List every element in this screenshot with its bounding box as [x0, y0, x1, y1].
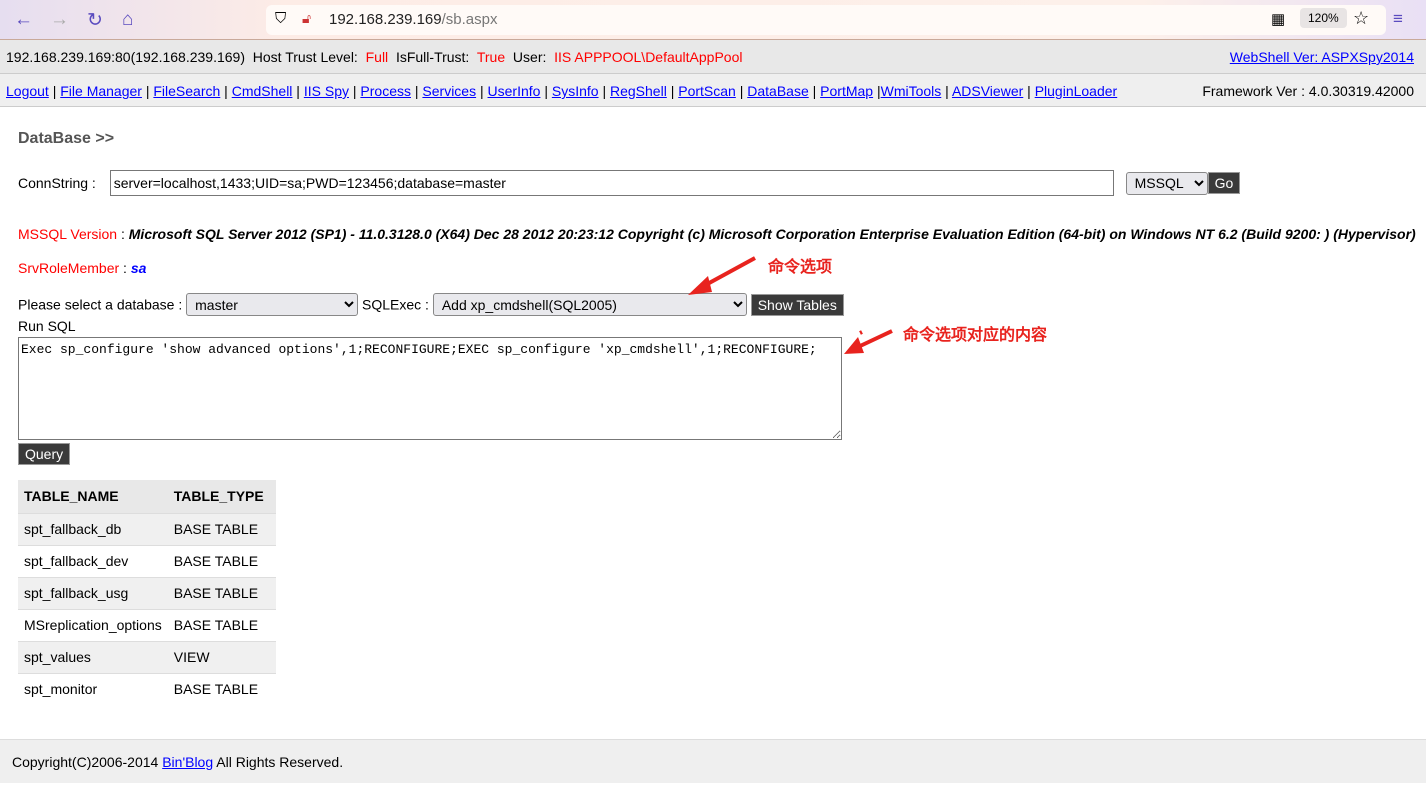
trust-label: Host Trust Level:	[252, 49, 358, 65]
header-table-name: TABLE_NAME	[18, 480, 168, 513]
table-type-cell: BASE TABLE	[167, 672, 276, 705]
menu-link-database[interactable]: DataBase	[747, 83, 808, 99]
fulltrust-label: IsFull-Trust:	[395, 49, 470, 65]
database-select[interactable]: master	[186, 293, 359, 316]
table-name-cell: spt_fallback_dev	[18, 544, 168, 577]
separator: |	[735, 83, 748, 99]
footer: Copyright(C)2006-2014 Bin'Blog All Right…	[0, 739, 1426, 783]
version-label: MSSQL Version	[18, 226, 118, 242]
table-row: spt_values VIEW	[18, 640, 276, 673]
user-label: User:	[512, 49, 547, 65]
back-icon[interactable]: ←	[14, 9, 33, 31]
copyright-text: Copyright(C)2006-2014	[12, 754, 163, 770]
bookmark-star-icon[interactable]: ☆	[1353, 8, 1369, 29]
menu-link-wmitools[interactable]: WmiTools	[881, 83, 942, 99]
address-bar[interactable]: ⛉ 🔓︎ 192.168.239.169/sb.aspx ▦ 120% ☆	[266, 5, 1386, 35]
annotation-arrow-2	[844, 329, 893, 354]
tables-result: TABLE_NAME TABLE_TYPE spt_fallback_db BASE…	[18, 480, 276, 705]
menu-link-process[interactable]: Process	[360, 83, 411, 99]
trust-value: Full	[365, 49, 389, 65]
separator: |	[598, 83, 610, 99]
zoom-level[interactable]: 120%	[1300, 8, 1347, 28]
separator: |	[873, 83, 881, 99]
table-row: spt_fallback_dev BASE TABLE	[18, 544, 276, 577]
header-table-type: TABLE_TYPE	[167, 480, 276, 513]
separator: |	[1023, 83, 1035, 99]
home-icon[interactable]: ⌂	[122, 9, 133, 31]
menu-link-regshell[interactable]: RegShell	[610, 83, 667, 99]
table-row: spt_fallback_usg BASE TABLE	[18, 576, 276, 609]
separator: :	[119, 260, 131, 276]
browser-toolbar: ← → ↻ ⌂ ⛉ 🔓︎ 192.168.239.169/sb.aspx ▦ 1…	[0, 0, 1426, 40]
separator: :	[117, 226, 129, 242]
fulltrust-value: True	[476, 49, 506, 65]
menu-link-sysinfo[interactable]: SysInfo	[552, 83, 599, 99]
role-value: sa	[130, 260, 147, 276]
connstring-label: ConnString :	[18, 175, 96, 191]
table-name-cell: spt_fallback_usg	[18, 576, 168, 609]
page-title: DataBase >>	[18, 130, 115, 147]
url-text: 192.168.239.169/sb.aspx	[329, 11, 498, 28]
menu-link-filesearch[interactable]: FileSearch	[153, 83, 220, 99]
user-value: IIS APPPOOL\DefaultAppPool	[554, 49, 743, 65]
go-button[interactable]: Go	[1207, 172, 1241, 194]
menu-icon[interactable]: ≡	[1393, 9, 1403, 29]
menu-link-pluginloader[interactable]: PluginLoader	[1035, 83, 1118, 99]
connstring-input[interactable]	[109, 170, 1114, 196]
menu-link-adsviewer[interactable]: ADSViewer	[952, 83, 1023, 99]
forward-icon[interactable]: →	[50, 9, 69, 31]
db-type-select[interactable]: MSSQL	[1125, 171, 1208, 195]
table-row: spt_monitor BASE TABLE	[18, 672, 276, 705]
menu-link-userinfo[interactable]: UserInfo	[488, 83, 541, 99]
table-type-cell: BASE TABLE	[167, 512, 276, 545]
table-type-cell: BASE TABLE	[167, 544, 276, 577]
role-label: SrvRoleMember	[18, 260, 120, 276]
run-sql-label: Run SQL	[18, 318, 76, 334]
rights-text: All Rights Reserved.	[213, 754, 344, 770]
table-row: MSreplication_options BASE TABLE	[18, 608, 276, 641]
menu-link-portscan[interactable]: PortScan	[678, 83, 736, 99]
table-type-cell: BASE TABLE	[167, 576, 276, 609]
menu-link-file-manager[interactable]: File Manager	[60, 83, 142, 99]
menu-link-services[interactable]: Services	[422, 83, 476, 99]
host-info: 192.168.239.169:80(192.168.239.169)	[6, 49, 245, 65]
sql-textarea[interactable]: Exec sp_configure 'show advanced options…	[18, 337, 842, 440]
separator: |	[941, 83, 952, 99]
menu-link-portmap[interactable]: PortMap	[820, 83, 873, 99]
menu-bar: Logout | File Manager | FileSearch | Cmd…	[0, 74, 1426, 107]
separator: |	[410, 83, 423, 99]
separator: |	[808, 83, 821, 99]
table-name-cell: spt_values	[18, 640, 168, 673]
sqlexec-label: SQLExec :	[362, 296, 429, 313]
framework-version: Framework Ver : 4.0.30319.42000	[1202, 83, 1414, 99]
table-type-cell: BASE TABLE	[167, 608, 276, 641]
separator: |	[476, 83, 488, 99]
info-bar: 192.168.239.169:80(192.168.239.169) Host…	[0, 40, 1426, 74]
menu-link-logout[interactable]: Logout	[6, 83, 49, 99]
separator: |	[292, 83, 304, 99]
query-button[interactable]: Query	[18, 443, 71, 465]
insecure-lock-icon: 🔓︎	[302, 10, 312, 26]
qr-code-icon[interactable]: ▦	[1271, 10, 1285, 28]
separator: |	[666, 83, 679, 99]
separator: |	[141, 83, 154, 99]
separator: |	[540, 83, 552, 99]
webshell-version-link[interactable]: WebShell Ver: ASPXSpy2014	[1230, 49, 1414, 65]
table-type-cell: VIEW	[167, 640, 276, 673]
blog-link[interactable]: Bin'Blog	[162, 754, 213, 770]
annotation-command-content: 命令选项对应的内容	[903, 327, 1048, 344]
shield-icon: ⛉	[275, 10, 287, 27]
table-name-cell: spt_fallback_db	[18, 512, 168, 545]
separator: |	[48, 83, 61, 99]
menu-link-cmdshell[interactable]: CmdShell	[232, 83, 293, 99]
select-db-label: Please select a database :	[18, 296, 183, 313]
version-value: Microsoft SQL Server 2012 (SP1) - 11.0.3…	[128, 226, 1416, 242]
separator: |	[348, 83, 361, 99]
table-name-cell: spt_monitor	[18, 672, 168, 705]
reload-icon[interactable]: ↻	[87, 9, 103, 32]
table-name-cell: MSreplication_options	[18, 608, 168, 641]
table-row: spt_fallback_db BASE TABLE	[18, 512, 276, 545]
separator: |	[220, 83, 232, 99]
menu-link-iis-spy[interactable]: IIS Spy	[304, 83, 349, 99]
